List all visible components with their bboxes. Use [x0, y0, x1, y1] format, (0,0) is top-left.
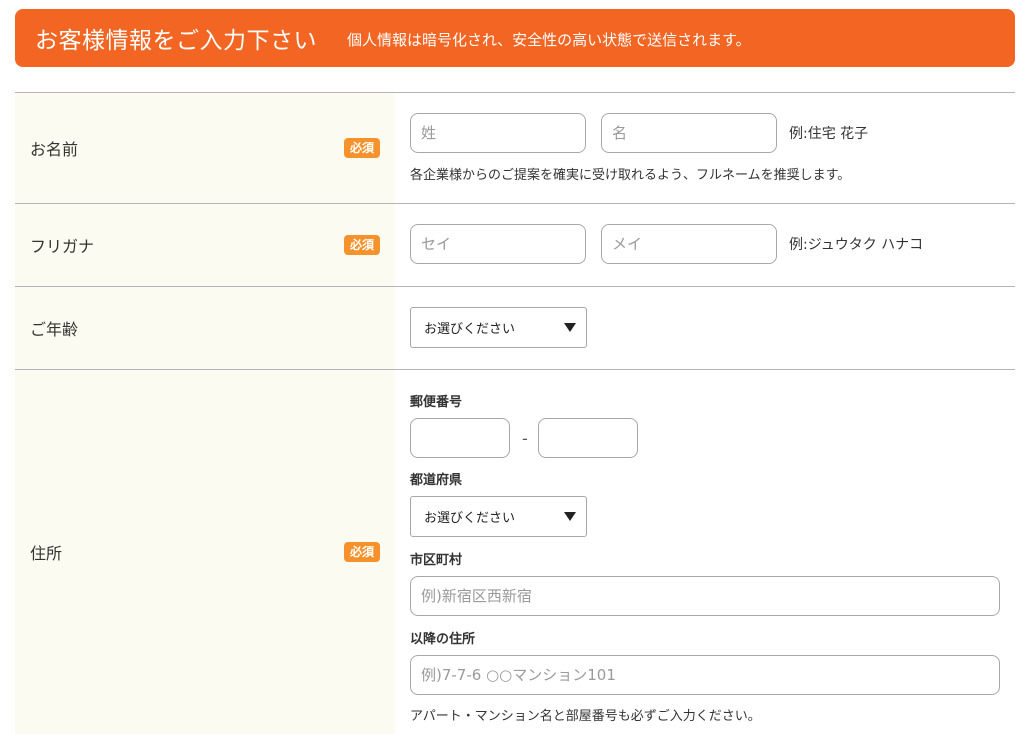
street-input[interactable]: [410, 655, 1000, 695]
required-badge: 必須: [343, 542, 380, 562]
age-label: ご年齢: [30, 320, 79, 339]
chevron-down-icon: [564, 323, 576, 332]
name-row: お名前 必須 例:住宅 花子 各企業様からのご提案を確実に受け取れるよう、フルネ…: [15, 92, 1015, 203]
address-hint: アパート・マンション名と部屋番号も必ずご入力ください。: [410, 709, 761, 724]
address-row: 住所 必須 郵便番号 - 都道府県 お選びください 市区町村 以降の住所 アパー…: [15, 369, 1015, 734]
postal-code-second-input[interactable]: [537, 418, 638, 458]
street-label: 以降の住所: [410, 632, 476, 647]
address-label: 住所: [30, 544, 63, 563]
required-badge: 必須: [343, 138, 380, 158]
postal-separator: -: [522, 428, 528, 448]
age-row: ご年齢 お選びください: [15, 286, 1015, 369]
last-name-input[interactable]: [410, 113, 586, 153]
address-label-cell: 住所 必須: [15, 370, 395, 734]
required-badge: 必須: [343, 235, 380, 255]
kana-label: フリガナ: [30, 237, 95, 256]
address-input-cell: 郵便番号 - 都道府県 お選びください 市区町村 以降の住所 アパート・マンショ…: [395, 370, 1015, 734]
name-example: 例:住宅 花子: [789, 126, 869, 142]
chevron-down-icon: [564, 512, 576, 521]
name-hint: 各企業様からのご提案を確実に受け取れるよう、フルネームを推奨します。: [410, 168, 851, 183]
prefecture-select[interactable]: お選びください: [410, 496, 587, 537]
name-label-cell: お名前 必須: [15, 93, 395, 203]
kana-row: フリガナ 必須 例:ジュウタク ハナコ: [15, 203, 1015, 286]
prefecture-select-value: お選びください: [424, 511, 516, 526]
city-input[interactable]: [410, 576, 1000, 616]
last-kana-input[interactable]: [410, 224, 586, 264]
kana-example: 例:ジュウタク ハナコ: [789, 237, 924, 253]
postal-code-first-input[interactable]: [410, 418, 510, 458]
age-select[interactable]: お選びください: [410, 307, 587, 348]
city-label: 市区町村: [410, 553, 463, 568]
postal-label: 郵便番号: [410, 395, 463, 410]
form-title: お客様情報をご入力下さい: [35, 28, 317, 54]
name-input-cell: 例:住宅 花子 各企業様からのご提案を確実に受け取れるよう、フルネームを推奨しま…: [395, 93, 1015, 203]
customer-info-form: お名前 必須 例:住宅 花子 各企業様からのご提案を確実に受け取れるよう、フルネ…: [15, 92, 1015, 734]
first-name-input[interactable]: [601, 113, 777, 153]
age-input-cell: お選びください: [395, 287, 1015, 369]
age-select-value: お選びください: [424, 322, 516, 337]
kana-label-cell: フリガナ 必須: [15, 204, 395, 286]
form-subtitle: 個人情報は暗号化され、安全性の高い状態で送信されます。: [347, 31, 751, 49]
first-kana-input[interactable]: [601, 224, 777, 264]
form-header: お客様情報をご入力下さい 個人情報は暗号化され、安全性の高い状態で送信されます。: [15, 9, 1015, 67]
name-label: お名前: [30, 140, 79, 159]
age-label-cell: ご年齢: [15, 287, 395, 369]
prefecture-label: 都道府県: [410, 473, 463, 488]
kana-input-cell: 例:ジュウタク ハナコ: [395, 204, 1015, 286]
